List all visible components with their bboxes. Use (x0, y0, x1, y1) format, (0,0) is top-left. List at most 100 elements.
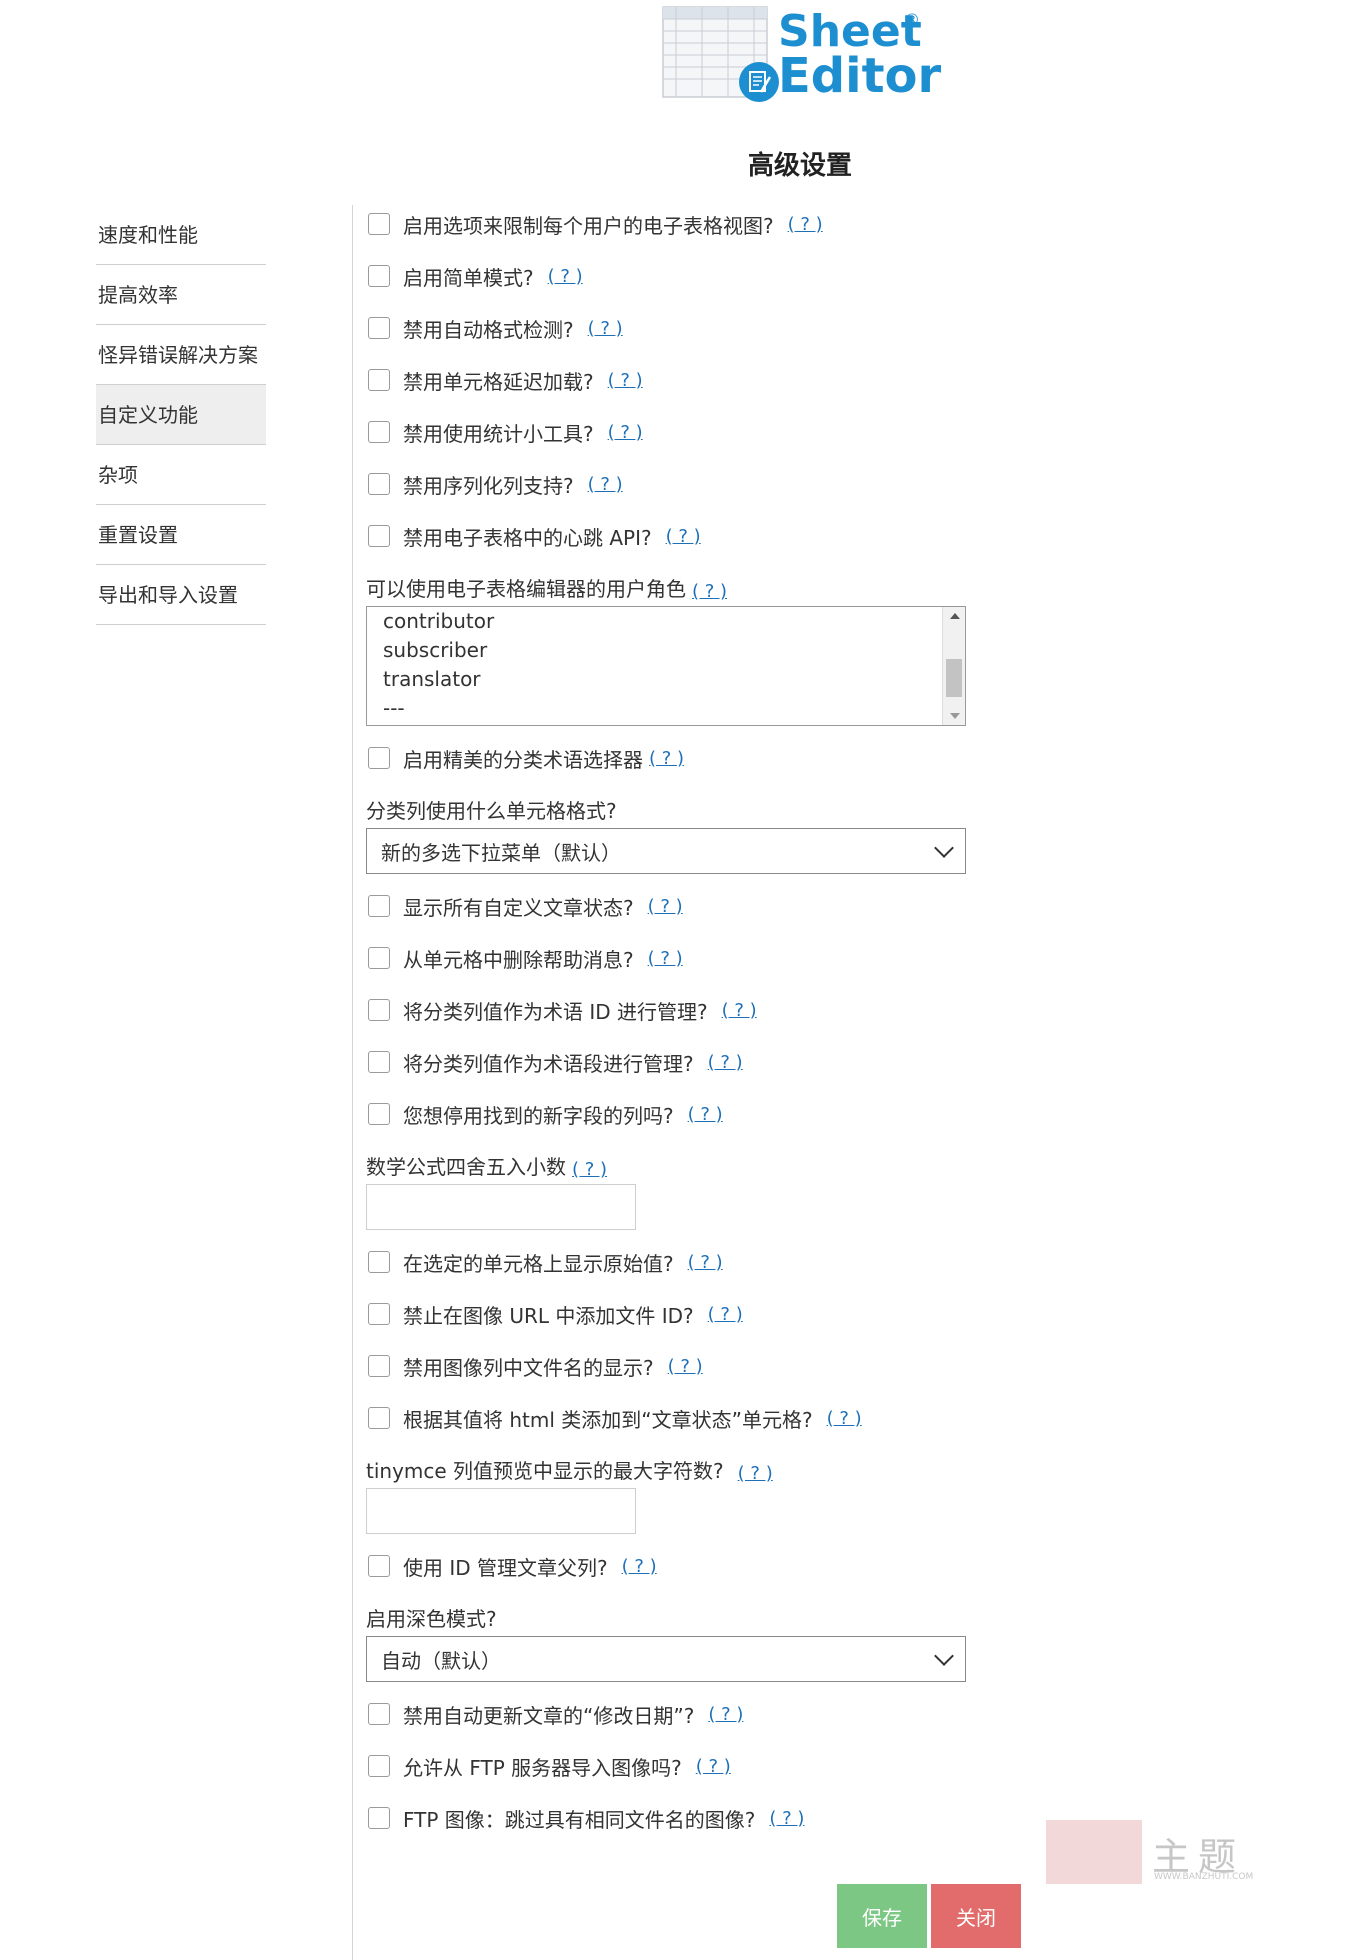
sidebar-item-efficiency[interactable]: 提高效率 (96, 265, 266, 325)
checkbox[interactable] (368, 1251, 390, 1273)
help-link[interactable]: ( ? ) (622, 1556, 657, 1577)
watermark-seal-icon (1046, 1820, 1142, 1884)
setting-label: 将分类列值作为术语 ID 进行管理? (403, 999, 708, 1024)
checkbox[interactable] (368, 947, 390, 969)
setting-label: 在选定的单元格上显示原始值? (403, 1251, 674, 1276)
logo-text-editor: Editor (778, 48, 942, 104)
setting-row: 根据其值将 html 类添加到“文章状态”单元格? ( ? ) (366, 1392, 1066, 1444)
watermark-url: WWW.BANZHUTI.COM (1154, 1872, 1254, 1882)
sidebar-item-export-import[interactable]: 导出和导入设置 (96, 565, 266, 625)
sidebar-item-speed[interactable]: 速度和性能 (96, 205, 266, 265)
roles-label-row: 可以使用电子表格编辑器的用户角色 ( ? ) (366, 562, 1066, 602)
help-link[interactable]: ( ? ) (708, 1704, 743, 1725)
scrollbar[interactable] (942, 607, 965, 725)
checkbox[interactable] (368, 1407, 390, 1429)
help-link[interactable]: ( ? ) (692, 581, 727, 602)
setting-label: 禁用电子表格中的心跳 API? (403, 525, 652, 550)
help-link[interactable]: ( ? ) (688, 1104, 723, 1125)
dark-mode-select[interactable]: 自动（默认） (366, 1636, 966, 1682)
checkbox[interactable] (368, 1303, 390, 1325)
sidebar-item-misc[interactable]: 杂项 (96, 445, 266, 505)
scrollbar-thumb[interactable] (946, 659, 962, 697)
help-link[interactable]: ( ? ) (722, 1000, 757, 1021)
setting-label: 禁止在图像 URL 中添加文件 ID? (403, 1303, 694, 1328)
checkbox[interactable] (368, 525, 390, 547)
checkbox[interactable] (368, 369, 390, 391)
chevron-down-icon (934, 1646, 954, 1666)
checkbox[interactable] (368, 999, 390, 1021)
setting-row: 显示所有自定义文章状态? ( ? ) (366, 880, 1066, 932)
help-link[interactable]: ( ? ) (827, 1408, 862, 1429)
decimals-input[interactable] (366, 1184, 636, 1230)
help-link[interactable]: ( ? ) (696, 1756, 731, 1777)
help-link[interactable]: ( ? ) (649, 748, 684, 769)
checkbox[interactable] (368, 1703, 390, 1725)
help-link[interactable]: ( ? ) (769, 1808, 804, 1829)
help-link[interactable]: ( ? ) (588, 474, 623, 495)
setting-label: 使用 ID 管理文章父列? (403, 1555, 608, 1580)
tinymce-label-row: tinymce 列值预览中显示的最大字符数? ( ? ) (366, 1444, 1066, 1484)
sidebar-item-custom-features[interactable]: 自定义功能 (96, 385, 266, 445)
help-link[interactable]: ( ? ) (688, 1252, 723, 1273)
setting-label: 启用简单模式? (403, 265, 534, 290)
checkbox[interactable] (368, 1755, 390, 1777)
help-link[interactable]: ( ? ) (708, 1052, 743, 1073)
help-link[interactable]: ( ? ) (608, 422, 643, 443)
setting-label: 禁用使用统计小工具? (403, 421, 594, 446)
setting-row: 将分类列值作为术语 ID 进行管理? ( ? ) (366, 984, 1066, 1036)
setting-row: 允许从 FTP 服务器导入图像吗? ( ? ) (366, 1740, 1066, 1792)
setting-label: 禁用单元格延迟加载? (403, 369, 594, 394)
cell-format-select[interactable]: 新的多选下拉菜单（默认） (366, 828, 966, 874)
settings-sidebar: 速度和性能 提高效率 怪异错误解决方案 自定义功能 杂项 重置设置 导出和导入设… (96, 205, 266, 625)
setting-label: 显示所有自定义文章状态? (403, 895, 634, 920)
help-link[interactable]: ( ? ) (588, 318, 623, 339)
setting-row: 禁用图像列中文件名的显示? ( ? ) (366, 1340, 1066, 1392)
checkbox[interactable] (368, 747, 390, 769)
save-button[interactable]: 保存 (837, 1884, 927, 1948)
checkbox[interactable] (368, 1555, 390, 1577)
checkbox[interactable] (368, 1051, 390, 1073)
scroll-down-arrow-icon[interactable] (950, 713, 960, 719)
dark-mode-label-row: 启用深色模式? (366, 1592, 1066, 1632)
role-option[interactable]: subscriber (367, 636, 965, 665)
role-option[interactable]: translator (367, 665, 965, 694)
sidebar-item-troubleshooting[interactable]: 怪异错误解决方案 (96, 325, 266, 385)
checkbox[interactable] (368, 1355, 390, 1377)
setting-row: 在选定的单元格上显示原始值? ( ? ) (366, 1236, 1066, 1288)
help-link[interactable]: ( ? ) (738, 1463, 773, 1484)
help-link[interactable]: ( ? ) (648, 896, 683, 917)
help-link[interactable]: ( ? ) (708, 1304, 743, 1325)
help-link[interactable]: ( ? ) (666, 526, 701, 547)
help-link[interactable]: ( ? ) (548, 266, 583, 287)
help-link[interactable]: ( ? ) (572, 1159, 607, 1180)
setting-label: FTP 图像：跳过具有相同文件名的图像? (403, 1807, 756, 1832)
role-option[interactable]: contributor (367, 607, 965, 636)
checkbox[interactable] (368, 895, 390, 917)
setting-row: 禁用电子表格中的心跳 API? ( ? ) (366, 510, 1066, 562)
sidebar-item-reset[interactable]: 重置设置 (96, 505, 266, 565)
help-link[interactable]: ( ? ) (608, 370, 643, 391)
help-link[interactable]: ( ? ) (668, 1356, 703, 1377)
scroll-up-arrow-icon[interactable] (950, 613, 960, 619)
checkbox[interactable] (368, 213, 390, 235)
checkbox[interactable] (368, 1807, 390, 1829)
checkbox[interactable] (368, 1103, 390, 1125)
setting-row: 禁用单元格延迟加载? ( ? ) (366, 354, 1066, 406)
checkbox[interactable] (368, 317, 390, 339)
setting-label: 允许从 FTP 服务器导入图像吗? (403, 1755, 682, 1780)
tinymce-max-chars-input[interactable] (366, 1488, 636, 1534)
help-link[interactable]: ( ? ) (788, 214, 823, 235)
checkbox[interactable] (368, 265, 390, 287)
setting-row: 启用简单模式? ( ? ) (366, 250, 1066, 302)
checkbox[interactable] (368, 473, 390, 495)
setting-label: 禁用自动更新文章的“修改日期”? (403, 1703, 695, 1728)
setting-row: 禁用自动更新文章的“修改日期”? ( ? ) (366, 1688, 1066, 1740)
decimals-label: 数学公式四舍五入小数 (366, 1155, 566, 1179)
decimals-label-row: 数学公式四舍五入小数 ( ? ) (366, 1140, 1066, 1180)
close-button[interactable]: 关闭 (931, 1884, 1021, 1948)
user-roles-multiselect[interactable]: contributor subscriber translator --- (366, 606, 966, 726)
watermark: 主题 WWW.BANZHUTI.COM (1046, 1820, 1276, 1884)
role-option[interactable]: --- (367, 694, 965, 723)
checkbox[interactable] (368, 421, 390, 443)
help-link[interactable]: ( ? ) (648, 948, 683, 969)
